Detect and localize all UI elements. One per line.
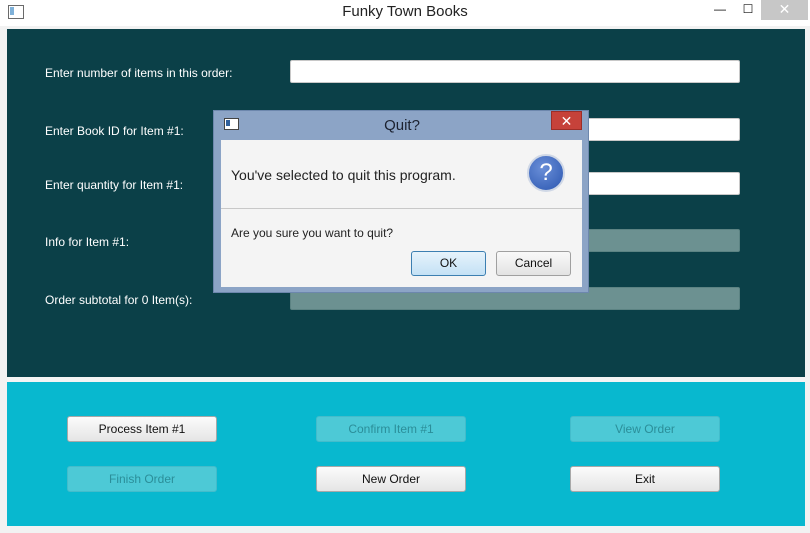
new-order-button[interactable]: New Order xyxy=(316,466,466,492)
dialog-body: You've selected to quit this program. ? … xyxy=(221,140,582,287)
title-bar[interactable]: Funky Town Books — ☐ ✕ xyxy=(0,0,810,26)
close-button[interactable]: ✕ xyxy=(761,0,808,20)
dialog-header-text: You've selected to quit this program. xyxy=(231,167,456,183)
question-icon: ? xyxy=(527,154,565,192)
maximize-button[interactable]: ☐ xyxy=(735,0,761,20)
quit-dialog: Quit? ✕ You've selected to quit this pro… xyxy=(213,110,589,293)
dialog-close-button[interactable]: ✕ xyxy=(551,111,582,130)
book-id-label: Enter Book ID for Item #1: xyxy=(45,124,184,138)
info-label: Info for Item #1: xyxy=(45,235,130,249)
button-panel: Process Item #1 Confirm Item #1 View Ord… xyxy=(7,382,805,526)
num-items-label: Enter number of items in this order: xyxy=(45,66,233,80)
cancel-button[interactable]: Cancel xyxy=(496,251,571,276)
ok-button[interactable]: OK xyxy=(411,251,486,276)
dialog-header: You've selected to quit this program. ? xyxy=(221,140,582,209)
num-items-input[interactable] xyxy=(290,60,740,83)
minimize-button[interactable]: — xyxy=(707,0,733,20)
window-title: Funky Town Books xyxy=(342,3,468,20)
exit-button[interactable]: Exit xyxy=(570,466,720,492)
dialog-title: Quit? xyxy=(384,117,420,134)
finish-order-button[interactable]: Finish Order xyxy=(67,466,217,492)
subtotal-label: Order subtotal for 0 Item(s): xyxy=(45,293,193,307)
quantity-label: Enter quantity for Item #1: xyxy=(45,178,184,192)
view-order-button[interactable]: View Order xyxy=(570,416,720,442)
confirm-item-button[interactable]: Confirm Item #1 xyxy=(316,416,466,442)
dialog-message: Are you sure you want to quit? xyxy=(231,226,394,240)
process-item-button[interactable]: Process Item #1 xyxy=(67,416,217,442)
